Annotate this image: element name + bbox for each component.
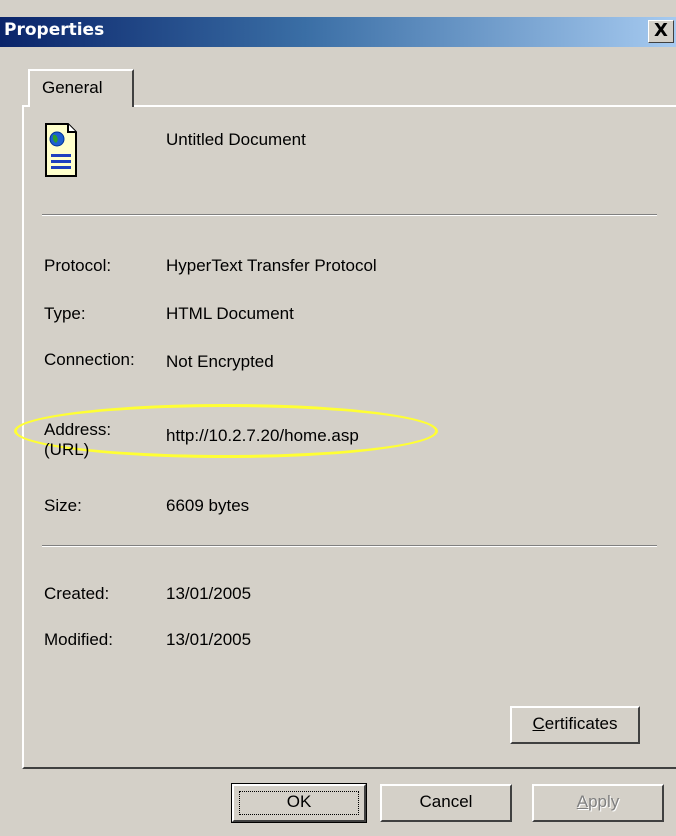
protocol-label: Protocol: xyxy=(44,256,112,275)
size-value: 6609 bytes xyxy=(166,496,250,515)
apply-button[interactable]: Apply xyxy=(532,784,664,822)
cancel-label: Cancel xyxy=(419,792,473,811)
focus-rectangle xyxy=(239,791,359,815)
separator xyxy=(42,214,657,216)
close-icon: X xyxy=(654,20,668,41)
separator xyxy=(42,545,657,547)
connection-value: Not Encrypted xyxy=(166,352,274,371)
address-value[interactable]: http://10.2.7.20/home.asp xyxy=(166,426,359,446)
cancel-button[interactable]: Cancel xyxy=(380,784,512,822)
size-label: Size: xyxy=(44,496,82,515)
address-label-url: (URL) xyxy=(44,440,90,459)
certificates-mnemonic: C xyxy=(532,714,545,733)
certificates-label: ertificates xyxy=(544,714,618,733)
document-name: Untitled Document xyxy=(166,130,306,149)
created-value: 13/01/2005 xyxy=(166,584,252,603)
tab-general-label: General xyxy=(42,78,103,97)
title-bar[interactable]: Properties X xyxy=(0,17,676,47)
html-document-icon xyxy=(45,123,77,177)
apply-mnemonic: A xyxy=(576,792,589,811)
apply-label: pply xyxy=(588,792,620,811)
close-button[interactable]: X xyxy=(648,20,674,43)
modified-label: Modified: xyxy=(44,630,113,649)
created-label: Created: xyxy=(44,584,110,603)
ok-button[interactable]: OK xyxy=(231,783,367,823)
address-label: Address: xyxy=(44,420,112,439)
certificates-button[interactable]: Certificates xyxy=(510,706,640,744)
type-value: HTML Document xyxy=(166,304,294,323)
protocol-value: HyperText Transfer Protocol xyxy=(166,256,377,275)
properties-dialog: Properties X General Untitled Document P… xyxy=(0,0,676,836)
connection-label: Connection: xyxy=(44,350,135,369)
dialog-title: Properties xyxy=(4,20,105,40)
type-label: Type: xyxy=(44,304,86,323)
modified-value: 13/01/2005 xyxy=(166,630,252,649)
tab-general[interactable]: General xyxy=(28,69,134,107)
